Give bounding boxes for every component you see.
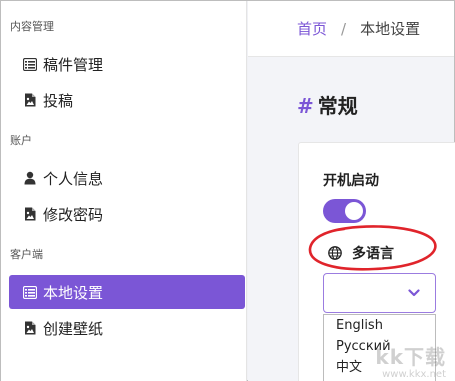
list-icon	[22, 284, 38, 300]
section-title-content: 内容管理	[10, 20, 54, 33]
sidebar-item-label: 投稿	[43, 91, 74, 110]
image-file-icon	[22, 320, 38, 336]
autostart-label: 开机启动	[323, 173, 379, 189]
autostart-toggle[interactable]	[323, 199, 366, 223]
sidebar-item-change-password[interactable]: 修改密码	[9, 197, 245, 231]
section-title-client: 客户端	[10, 248, 43, 261]
sidebar-item-profile[interactable]: 个人信息	[9, 161, 245, 195]
sidebar-item-label: 本地设置	[43, 283, 104, 302]
chevron-down-icon	[408, 289, 420, 297]
section-title-account: 账户	[10, 134, 32, 147]
breadcrumb-current: 本地设置	[360, 20, 421, 38]
image-file-icon	[22, 206, 38, 222]
page-title-text: 常规	[317, 94, 358, 118]
watermark-logo: kk下载	[375, 345, 446, 369]
language-option-english[interactable]: English	[324, 315, 435, 336]
sidebar: 内容管理 稿件管理 投稿 账户 个人信息 修改密码 客户端 本地设置 创建壁纸	[1, 1, 247, 381]
sidebar-item-label: 个人信息	[43, 169, 104, 188]
language-label: 多语言	[328, 243, 394, 263]
sidebar-item-submit[interactable]: 投稿	[9, 83, 245, 117]
list-icon	[22, 56, 38, 72]
watermark-url: www.kkx.net	[382, 369, 446, 380]
hash-icon: #	[297, 94, 314, 118]
sidebar-item-create-wallpaper[interactable]: 创建壁纸	[9, 311, 245, 345]
user-icon	[22, 170, 38, 186]
breadcrumb: 首页 / 本地设置	[248, 1, 454, 57]
language-label-text: 多语言	[352, 246, 394, 262]
page-title: # 常规	[297, 90, 358, 119]
breadcrumb-separator: /	[341, 19, 347, 38]
image-file-icon	[22, 92, 38, 108]
sidebar-item-label: 创建壁纸	[43, 319, 104, 338]
language-select[interactable]	[323, 273, 436, 313]
sidebar-item-label: 修改密码	[43, 205, 104, 224]
sidebar-item-manuscripts[interactable]: 稿件管理	[9, 47, 245, 81]
globe-icon	[328, 246, 342, 260]
toggle-knob	[345, 202, 363, 220]
sidebar-item-local-settings[interactable]: 本地设置	[9, 275, 245, 309]
sidebar-item-label: 稿件管理	[43, 55, 104, 74]
breadcrumb-home-link[interactable]: 首页	[297, 18, 327, 39]
